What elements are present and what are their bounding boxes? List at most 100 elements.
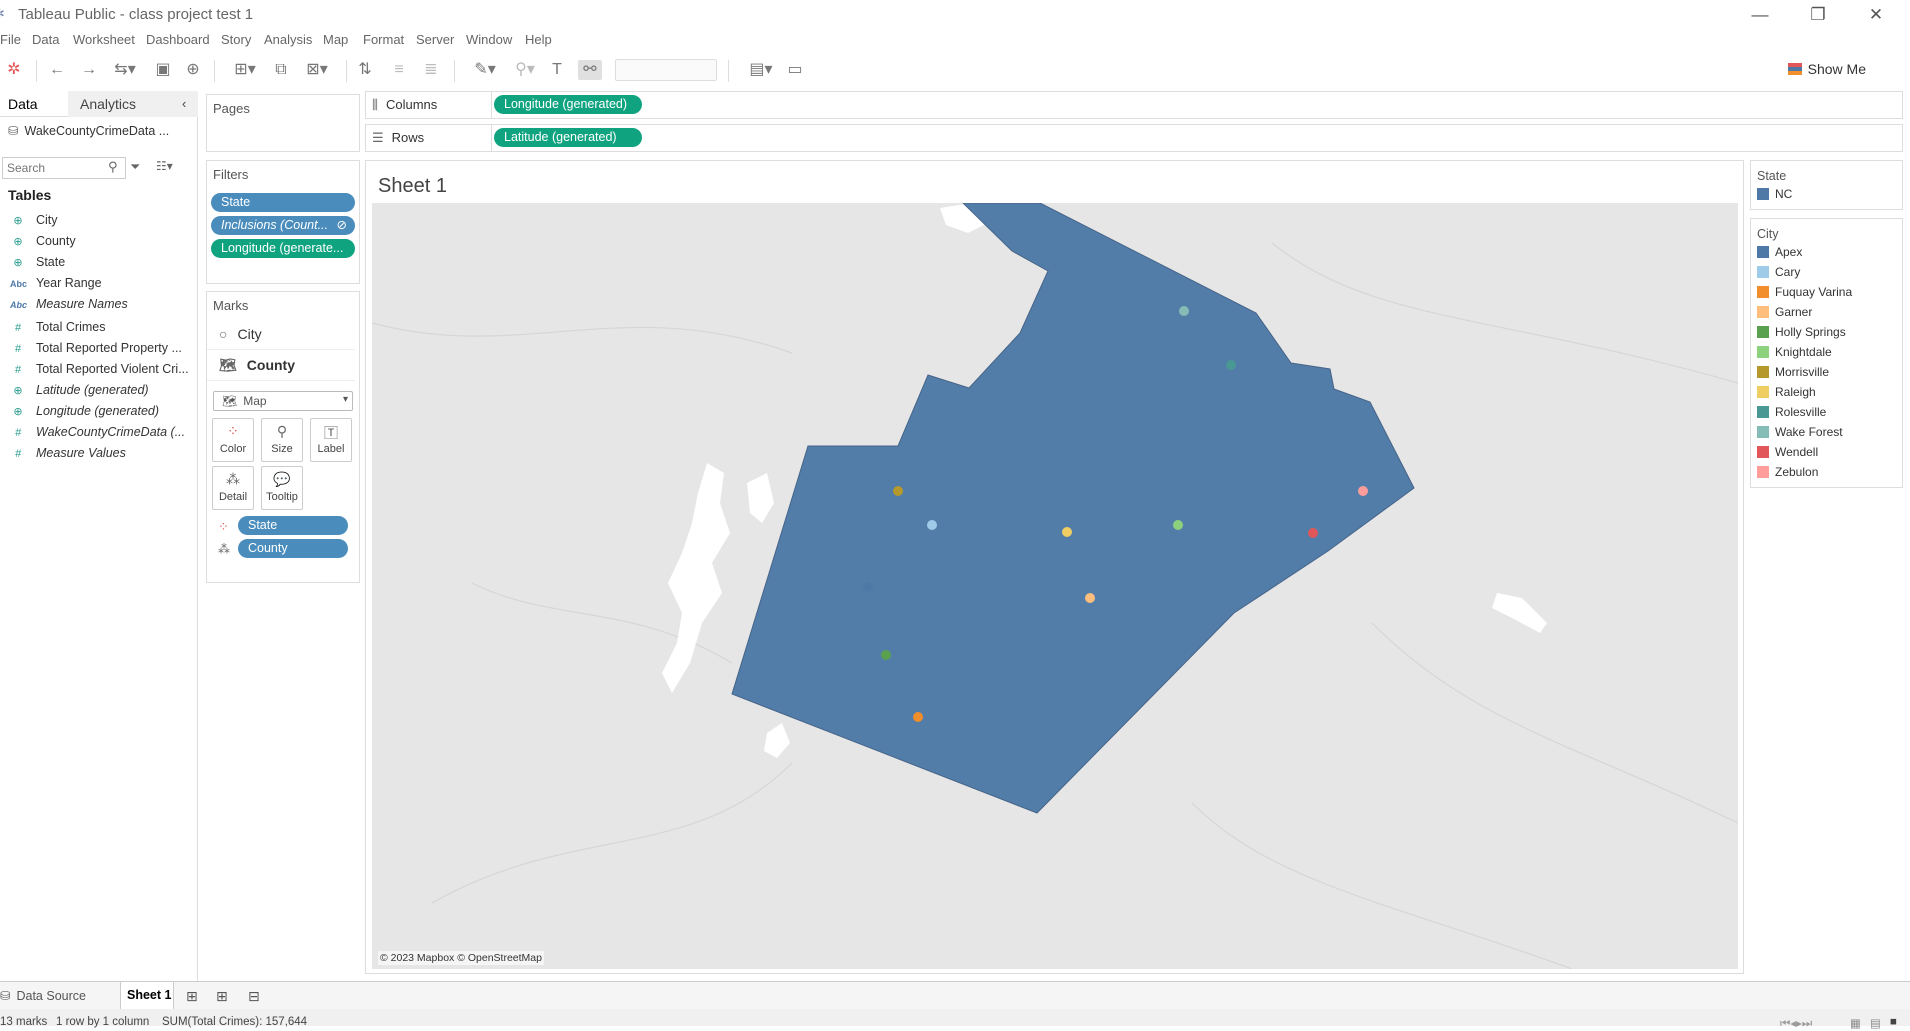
marks-layer-city[interactable]: ○ City (207, 320, 355, 350)
menu-file[interactable]: File (0, 32, 21, 47)
collapse-pane-icon[interactable]: ‹ (182, 96, 186, 111)
redo-icon[interactable]: → (80, 60, 98, 80)
menu-worksheet[interactable]: Worksheet (73, 32, 135, 47)
field-total-crimes[interactable]: # Total Crimes (10, 320, 106, 334)
city-point-cary[interactable] (927, 520, 937, 530)
detail-button[interactable]: ⁂ Detail (212, 466, 254, 510)
city-point-wake-forest[interactable] (1179, 306, 1189, 316)
tab-analytics[interactable]: Analytics (80, 96, 136, 112)
field-measure-values[interactable]: # Measure Values (10, 446, 126, 460)
swap-icon[interactable]: ⇆▾ (110, 60, 140, 80)
menu-story[interactable]: Story (221, 32, 251, 47)
nav-arrows-icon[interactable]: ⏮◂▸⏭ (1780, 1016, 1812, 1031)
fit-icon[interactable]: ▤▾ (744, 60, 778, 80)
show-labels-icon[interactable]: T (548, 60, 566, 80)
rows-pill-latitude[interactable]: Latitude (generated) (494, 128, 642, 147)
menu-analysis[interactable]: Analysis (264, 32, 312, 47)
filter-icon[interactable]: ⏷ (130, 159, 140, 175)
filter-pill-longitude[interactable]: Longitude (generate... (211, 239, 355, 258)
group-icon[interactable]: ⚲▾ (508, 60, 542, 80)
minimize-icon[interactable]: — (1740, 3, 1780, 27)
city-point-holly-springs[interactable] (881, 650, 891, 660)
mark-type-dropdown[interactable]: 🗺 Map ▾ (213, 391, 353, 411)
city-legend-item[interactable]: Knightdale (1751, 345, 1902, 365)
highlight-icon[interactable]: ✎▾ (468, 60, 502, 80)
city-point-zebulon[interactable] (1358, 486, 1368, 496)
city-legend-item[interactable]: Wendell (1751, 445, 1902, 465)
sort-descending-icon[interactable]: ≣ (422, 60, 440, 80)
menu-dashboard[interactable]: Dashboard (146, 32, 210, 47)
fix-axes-icon[interactable]: ⚯ (578, 60, 602, 80)
sheet1-tab[interactable]: Sheet 1 (127, 988, 171, 1002)
field-total-reported-violent-cri[interactable]: # Total Reported Violent Cri... (10, 362, 189, 376)
film-view-icon[interactable]: ▤ (1870, 1016, 1881, 1030)
sort-ascending-icon[interactable]: ≡ (390, 60, 408, 80)
field-longitude-generated[interactable]: ⊕ Longitude (generated) (10, 404, 159, 418)
city-legend-item[interactable]: Raleigh (1751, 385, 1902, 405)
city-legend-item[interactable]: Morrisville (1751, 365, 1902, 385)
fit-dropdown[interactable] (615, 59, 717, 81)
marks-pill-county[interactable]: County (238, 539, 348, 558)
wake-county-shape[interactable] (731, 203, 1415, 814)
new-worksheet-icon[interactable]: ⊞ (186, 988, 198, 1005)
menu-format[interactable]: Format (363, 32, 404, 47)
city-legend-item[interactable]: Apex (1751, 245, 1902, 265)
city-point-apex[interactable] (863, 582, 873, 592)
data-source-tab[interactable]: ⛁ Data Source (0, 988, 86, 1003)
menu-server[interactable]: Server (416, 32, 454, 47)
show-me-button[interactable]: Show Me (1787, 61, 1866, 77)
menu-data[interactable]: Data (32, 32, 59, 47)
duplicate-sheet-icon[interactable]: ⧉ (272, 60, 290, 80)
new-story-icon[interactable]: ⊟ (248, 988, 260, 1005)
filter-pill-state[interactable]: State (211, 193, 355, 212)
city-point-garner[interactable] (1085, 593, 1095, 603)
save-icon[interactable]: ▣ (154, 60, 172, 80)
data-source-item[interactable]: ⛁ WakeCountyCrimeData ... (8, 123, 169, 138)
menu-help[interactable]: Help (525, 32, 552, 47)
close-icon[interactable]: ✕ (1856, 3, 1896, 27)
field-year-range[interactable]: Abc Year Range (10, 276, 102, 290)
city-legend-item[interactable]: Rolesville (1751, 405, 1902, 425)
marks-pill-state[interactable]: State (238, 516, 348, 535)
menu-map[interactable]: Map (323, 32, 348, 47)
search-icon[interactable]: ⚲ (108, 159, 118, 175)
presentation-mode-icon[interactable]: ▭ (786, 60, 804, 80)
new-datasource-icon[interactable]: ⊕ (184, 60, 202, 80)
tab-view-icon[interactable]: ■ (1890, 1016, 1897, 1028)
menu-window[interactable]: Window (466, 32, 512, 47)
swap-rows-columns-icon[interactable]: ⇅ (356, 60, 374, 80)
city-legend-item[interactable]: Fuquay Varina (1751, 285, 1902, 305)
city-legend-item[interactable]: Holly Springs (1751, 325, 1902, 345)
filter-pill-inclusions[interactable]: Inclusions (Count... ⊘ (211, 216, 355, 235)
city-legend-item[interactable]: Cary (1751, 265, 1902, 285)
city-point-morrisville[interactable] (893, 486, 903, 496)
columns-pill-longitude[interactable]: Longitude (generated) (494, 95, 642, 114)
new-sheet-icon[interactable]: ⊞▾ (228, 60, 262, 80)
city-point-fuquay-varina[interactable] (913, 712, 923, 722)
city-legend-item[interactable]: Wake Forest (1751, 425, 1902, 445)
tab-data[interactable]: Data (8, 96, 38, 112)
field-wakecountycrimedata[interactable]: # WakeCountyCrimeData (... (10, 425, 185, 439)
map-view[interactable]: © 2023 Mapbox © OpenStreetMap (372, 203, 1738, 969)
grid-view-icon[interactable]: ▦ (1850, 1016, 1861, 1030)
field-county[interactable]: ⊕ County (10, 234, 75, 248)
city-point-knightdale[interactable] (1173, 520, 1183, 530)
field-total-reported-property[interactable]: # Total Reported Property ... (10, 341, 182, 355)
size-button[interactable]: ⚲ Size (261, 418, 303, 462)
tableau-home-icon[interactable]: ✲ (6, 60, 22, 80)
field-city[interactable]: ⊕ City (10, 213, 57, 227)
city-point-wendell[interactable] (1308, 528, 1318, 538)
color-button[interactable]: ⁘ Color (212, 418, 254, 462)
marks-layer-county[interactable]: 🗺 County (207, 351, 355, 381)
field-measure-names[interactable]: Abc Measure Names (10, 297, 128, 311)
city-point-rolesville[interactable] (1226, 360, 1236, 370)
city-point-raleigh[interactable] (1062, 527, 1072, 537)
undo-icon[interactable]: ← (48, 60, 66, 80)
restore-icon[interactable]: ❐ (1798, 3, 1838, 27)
city-legend-item[interactable]: Garner (1751, 305, 1902, 325)
field-state[interactable]: ⊕ State (10, 255, 65, 269)
city-legend-item[interactable]: Zebulon (1751, 465, 1902, 485)
field-latitude-generated[interactable]: ⊕ Latitude (generated) (10, 383, 148, 397)
label-button[interactable]: 🅃 Label (310, 418, 352, 462)
state-legend-item[interactable]: NC (1751, 187, 1902, 207)
